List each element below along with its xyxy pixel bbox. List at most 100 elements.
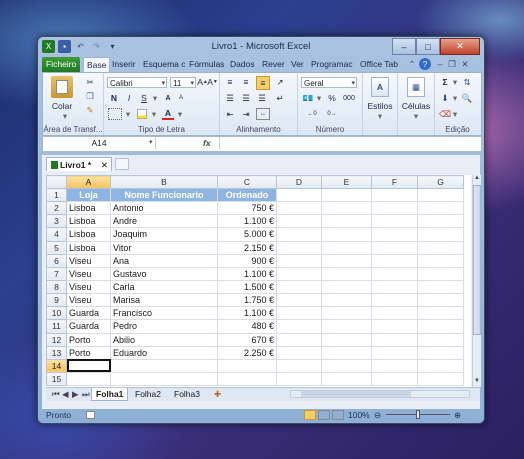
styles-button[interactable]: Estilos	[363, 101, 397, 111]
horizontal-scroll-thumb[interactable]	[301, 391, 411, 397]
cell[interactable]	[321, 187, 372, 203]
cell[interactable]	[417, 253, 464, 268]
cell-nome[interactable]: Eduardo	[110, 345, 218, 360]
cells-button[interactable]: Células	[398, 101, 434, 111]
cell-loja[interactable]: Porto	[66, 345, 111, 360]
cell-ordenado[interactable]: 1.750 €	[217, 293, 277, 308]
zoom-in-icon[interactable]: ⊕	[454, 409, 461, 421]
page-break-view-icon[interactable]	[332, 410, 344, 420]
cell-loja[interactable]: Porto	[66, 332, 111, 347]
help-icon[interactable]: ?	[419, 58, 431, 70]
cell[interactable]	[276, 253, 322, 268]
column-header-e[interactable]: E	[321, 175, 372, 189]
cell[interactable]	[417, 187, 464, 203]
cell-ordenado[interactable]: 5.000 €	[217, 227, 277, 242]
paste-icon[interactable]	[51, 76, 73, 98]
cell[interactable]	[371, 214, 418, 229]
cell[interactable]	[276, 358, 322, 373]
close-button[interactable]: ✕	[440, 38, 480, 55]
orientation-icon[interactable]: ↗	[274, 76, 286, 88]
align-center-icon[interactable]: ☰	[240, 92, 252, 104]
cell[interactable]	[417, 201, 464, 216]
cell[interactable]	[321, 240, 372, 255]
cell-loja[interactable]: Viseu	[66, 266, 111, 281]
scroll-up-icon[interactable]: ▲	[473, 175, 481, 184]
cell[interactable]	[321, 306, 372, 321]
scroll-down-icon[interactable]: ▼	[473, 378, 481, 387]
sheet-tab-folha1[interactable]: Folha1	[91, 388, 129, 401]
page-layout-view-icon[interactable]	[318, 410, 330, 420]
cell[interactable]	[110, 358, 218, 373]
horizontal-scrollbar[interactable]	[290, 390, 470, 398]
cell[interactable]	[371, 279, 418, 295]
tab-base[interactable]: Base	[83, 57, 111, 73]
cell[interactable]	[371, 306, 418, 321]
cell[interactable]	[417, 293, 464, 308]
accounting-dropdown-icon[interactable]: ▾	[315, 92, 323, 104]
cell[interactable]	[371, 358, 418, 373]
vertical-scrollbar[interactable]: ▲ ▼	[472, 175, 481, 387]
cell[interactable]	[417, 279, 464, 295]
doc-close-icon[interactable]: ✕	[460, 58, 470, 70]
merge-center-icon[interactable]: ↔	[256, 108, 270, 120]
cell[interactable]	[276, 306, 322, 321]
format-painter-icon[interactable]: ✎	[83, 104, 97, 116]
cell[interactable]	[371, 187, 418, 203]
italic-button[interactable]: I	[123, 92, 135, 104]
sort-filter-icon[interactable]: ⇅	[461, 76, 473, 88]
cell[interactable]	[276, 266, 322, 281]
cell[interactable]	[321, 279, 372, 295]
cell[interactable]	[321, 227, 372, 242]
cell[interactable]	[276, 319, 322, 334]
cell[interactable]	[321, 266, 372, 281]
shrink-font-a-icon[interactable]: A	[175, 92, 187, 104]
tab-dados[interactable]: Dados	[230, 57, 255, 72]
shrink-font-icon[interactable]: A ▼	[207, 76, 218, 88]
cell[interactable]	[321, 345, 372, 360]
cell[interactable]	[321, 201, 372, 216]
borders-dropdown-icon[interactable]: ▾	[124, 108, 132, 120]
cell[interactable]	[371, 371, 418, 387]
font-color-icon[interactable]: A	[162, 108, 174, 120]
cell-loja[interactable]: Lisboa	[66, 214, 111, 229]
cell[interactable]	[417, 306, 464, 321]
header-cell-nome[interactable]: Nome Funcionario	[110, 187, 218, 203]
align-middle-icon[interactable]: ≡	[240, 76, 252, 88]
row-header[interactable]: 3	[46, 214, 67, 229]
increase-indent-icon[interactable]: ⇥	[240, 108, 252, 120]
cell[interactable]	[371, 240, 418, 255]
name-box-dropdown-icon[interactable]: ▾	[149, 137, 157, 149]
align-left-icon[interactable]: ☰	[224, 92, 236, 104]
cell-nome[interactable]: Andre	[110, 214, 218, 229]
align-right-icon[interactable]: ☰	[256, 92, 268, 104]
cell-ordenado[interactable]: 1.100 €	[217, 266, 277, 281]
document-tab-close-icon[interactable]: ✕	[101, 158, 108, 172]
tab-ver[interactable]: Ver	[291, 57, 304, 72]
cell-nome[interactable]: Carla	[110, 279, 218, 295]
underline-dropdown-icon[interactable]: ▾	[151, 92, 159, 104]
row-header[interactable]: 11	[46, 319, 67, 334]
cell[interactable]	[217, 371, 277, 387]
row-header[interactable]: 5	[46, 240, 67, 255]
row-header[interactable]: 6	[46, 253, 67, 268]
column-header-b[interactable]: B	[110, 175, 218, 189]
sheet-tab-folha3[interactable]: Folha3	[170, 388, 204, 400]
cell[interactable]	[371, 266, 418, 281]
fill-color-icon[interactable]	[136, 108, 148, 120]
cell-ordenado[interactable]: 750 €	[217, 201, 277, 216]
copy-icon[interactable]: ❐	[83, 90, 97, 102]
font-size-combo[interactable]: 11	[170, 77, 196, 89]
font-name-combo[interactable]: Calibri	[107, 77, 167, 89]
cell[interactable]	[371, 293, 418, 308]
grow-font-icon[interactable]: A ▲	[197, 76, 208, 88]
cell-ordenado[interactable]: 2.150 €	[217, 240, 277, 255]
decrease-indent-icon[interactable]: ⇤	[224, 108, 236, 120]
insert-function-icon[interactable]: fx	[203, 137, 217, 149]
cell-loja[interactable]: Viseu	[66, 293, 111, 308]
normal-view-icon[interactable]	[304, 410, 316, 420]
number-format-combo[interactable]: Geral	[301, 77, 357, 89]
fill-dropdown-icon[interactable]: ▾	[451, 92, 459, 104]
cell[interactable]	[371, 227, 418, 242]
zoom-slider-thumb[interactable]	[416, 410, 420, 419]
cell-ordenado[interactable]: 480 €	[217, 319, 277, 334]
